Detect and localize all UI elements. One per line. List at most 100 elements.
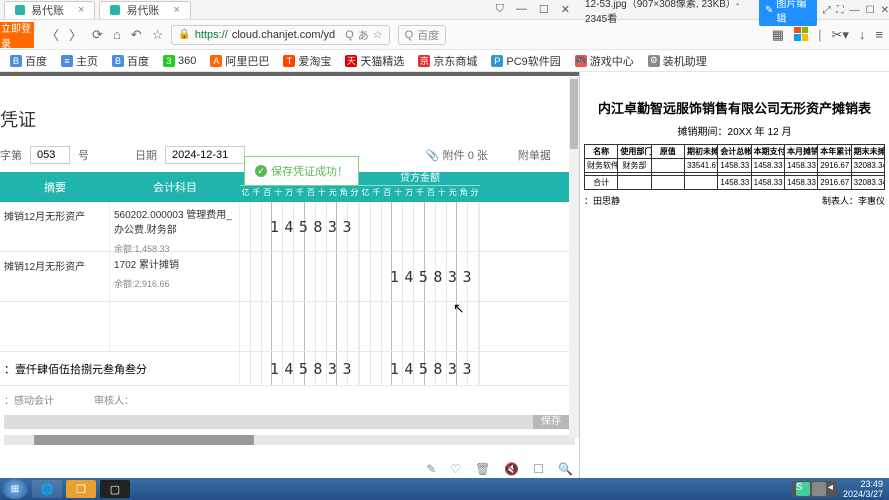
bookmark-item[interactable]: B百度 bbox=[112, 53, 149, 69]
nav-controls: 〈 〉 ⟳ ⌂ ↶ ☆ bbox=[46, 25, 163, 44]
search-icon[interactable]: Q bbox=[345, 29, 354, 41]
bookmark-item[interactable]: ≡主页 bbox=[61, 53, 98, 69]
voucher-date-input[interactable] bbox=[165, 146, 245, 164]
address-bar[interactable]: 🔒 https://cloud.chanjet.com/yd Q あ ☆ bbox=[171, 25, 389, 45]
bookmark-item[interactable]: A阿里巴巴 bbox=[210, 53, 269, 69]
system-tray: S ◂ 23:49 2024/3/27 bbox=[792, 479, 889, 499]
toolbar-extras: ▦ | ✂▾ ↓ ≡ bbox=[772, 27, 883, 43]
doc-count-label: 附单据 bbox=[518, 147, 551, 163]
scroll-thumb[interactable] bbox=[570, 79, 578, 149]
browser-toolbar: 立即登录 〈 〉 ⟳ ⌂ ↶ ☆ 🔒 https://cloud.chanjet… bbox=[0, 20, 889, 50]
reload-icon[interactable]: ⟳ bbox=[92, 27, 103, 43]
horizontal-scrollbar[interactable] bbox=[4, 435, 575, 445]
voucher-number-input[interactable] bbox=[30, 146, 70, 164]
bookmark-item[interactable]: ⚙装机助理 bbox=[648, 53, 707, 69]
search-box[interactable]: Q 百度 bbox=[398, 25, 447, 45]
auditor: 审核人： bbox=[94, 392, 134, 407]
edit-image-button[interactable]: ✎ 图片编辑 bbox=[759, 0, 817, 26]
bookmark-icon[interactable]: ☆ bbox=[373, 28, 383, 41]
voucher-row[interactable]: 摊销12月无形资产1702 累计摊销余额:2,916.66145833 bbox=[0, 252, 579, 302]
maximize-icon[interactable]: ☐ bbox=[866, 5, 875, 16]
windows-taskbar[interactable]: ⊞ 🌐 ❐ ▢ S ◂ 23:49 2024/3/27 bbox=[0, 478, 889, 500]
tray-icon[interactable]: S bbox=[796, 482, 810, 496]
restore-icon[interactable]: ↶ bbox=[131, 27, 142, 43]
qr-icon[interactable]: ▦ bbox=[772, 27, 784, 43]
total-debit-cell: 145833 bbox=[240, 352, 360, 385]
pin-icon[interactable]: ⤢ bbox=[823, 5, 831, 16]
star-icon[interactable]: ☆ bbox=[152, 27, 164, 43]
login-button[interactable]: 立即登录 bbox=[0, 22, 34, 48]
tray-group[interactable]: S ◂ bbox=[792, 481, 837, 497]
col-account: 会计科目 bbox=[110, 172, 240, 202]
lock-icon: 🔒 bbox=[178, 29, 190, 40]
maximize-icon[interactable]: ☐ bbox=[539, 3, 549, 16]
voucher-table-body: 摊销12月无形资产560202.000003 管理费用_办公费.财务部余额:1,… bbox=[0, 202, 579, 352]
wand-icon[interactable]: ✎ bbox=[426, 462, 436, 476]
tray-icon[interactable] bbox=[812, 482, 826, 496]
table-row: 合计1458.331458.331458.332916.6732083.34 bbox=[585, 176, 885, 190]
browser-tab-1[interactable]: 易代账 × bbox=[4, 1, 95, 19]
voucher-total-row: ：壹仟肆佰伍拾捌元叁角叁分 145833 145833 bbox=[0, 352, 579, 386]
amort-table: 名称使用部门原值期初未摊销金额会计总帐金额本期支付本月摊销金额本年累计摊销金额期… bbox=[584, 144, 885, 190]
close-icon[interactable]: × bbox=[173, 4, 179, 16]
tab-label: 易代账 bbox=[126, 2, 159, 18]
tab-label: 易代账 bbox=[31, 2, 64, 18]
download-icon[interactable]: ↓ bbox=[859, 27, 866, 43]
amort-footer: ：田思静 制表人：李惠仪 bbox=[584, 194, 885, 207]
main-split: 凭证 字第 号 日期 📎 附件 0 张 附单据 1 ✓ 保存凭证成功！ 摘要 会… bbox=[0, 72, 889, 478]
close-icon[interactable]: × bbox=[78, 4, 84, 16]
attachment-link[interactable]: 📎 附件 0 张 bbox=[426, 147, 488, 163]
browser-tab-2[interactable]: 易代账 × bbox=[99, 1, 190, 19]
page-title: 凭证 bbox=[0, 76, 579, 146]
minimize-icon[interactable]: — bbox=[850, 5, 860, 16]
page-tool-icons: ✎ ♡ 🗑 🔇 ☐ 🔍 bbox=[426, 462, 573, 476]
voucher-row[interactable]: 摊销12月无形资产560202.000003 管理费用_办公费.财务部余额:1,… bbox=[0, 202, 579, 252]
bookmark-item[interactable]: B百度 bbox=[10, 53, 47, 69]
trash-icon[interactable]: 🗑 bbox=[475, 462, 490, 476]
amort-period: 摊销期间：20XX 年 12 月 bbox=[584, 123, 885, 138]
bookmark-item[interactable]: 🎮游戏中心 bbox=[575, 53, 634, 69]
total-in-words: ：壹仟肆佰伍拾捌元叁角叁分 bbox=[0, 352, 240, 385]
start-button[interactable]: ⊞ bbox=[2, 479, 28, 499]
back-icon[interactable]: 〈 bbox=[46, 25, 59, 44]
amort-title: 内江卓勤智远服饰销售有限公司无形资产摊销表 bbox=[584, 98, 885, 117]
bookmark-item[interactable]: 3360 bbox=[163, 55, 196, 67]
foot-left: ：田思静 bbox=[584, 194, 620, 207]
bookmark-item[interactable]: 京京东商城 bbox=[418, 53, 477, 69]
menu-icon[interactable]: ≡ bbox=[875, 27, 883, 43]
save-bar: 保存 bbox=[4, 415, 575, 429]
bookmark-item[interactable]: 天天猫精选 bbox=[345, 53, 404, 69]
viewer-filename: 12-53.jpg（907×308像素, 23KB）- 2345看 bbox=[585, 0, 753, 25]
taskbar-app-terminal[interactable]: ▢ bbox=[100, 480, 130, 498]
taskbar-clock[interactable]: 23:49 2024/3/27 bbox=[843, 479, 883, 499]
save-button[interactable]: 保存 bbox=[533, 415, 569, 429]
total-credit-cell: 145833 bbox=[360, 352, 480, 385]
forward-icon[interactable]: 〉 bbox=[69, 25, 82, 44]
voucher-app: 凭证 字第 号 日期 📎 附件 0 张 附单据 1 ✓ 保存凭证成功！ 摘要 会… bbox=[0, 72, 580, 478]
zoom-icon[interactable]: 🔍 bbox=[558, 462, 573, 476]
apps-icon[interactable] bbox=[794, 27, 808, 41]
shield-icon[interactable]: ⛉ bbox=[496, 3, 504, 16]
scroll-thumb[interactable] bbox=[34, 435, 254, 445]
save-success-toast: ✓ 保存凭证成功！ bbox=[244, 156, 359, 186]
home-icon[interactable]: ⌂ bbox=[113, 27, 121, 42]
search-icon: Q bbox=[405, 29, 414, 41]
translate-icon[interactable]: あ bbox=[358, 27, 369, 43]
close-icon[interactable]: ✕ bbox=[881, 5, 889, 16]
voucher-row-blank[interactable] bbox=[0, 302, 579, 352]
heart-icon[interactable]: ♡ bbox=[450, 462, 461, 476]
screenshot-icon[interactable]: ✂▾ bbox=[831, 27, 848, 43]
close-icon[interactable]: ✕ bbox=[561, 3, 570, 16]
minimize-icon[interactable]: — bbox=[516, 3, 527, 16]
bookmark-item[interactable]: PPC9软件园 bbox=[491, 53, 560, 69]
chat-icon[interactable]: ☐ bbox=[533, 462, 544, 476]
fullscreen-icon[interactable]: ⛶ bbox=[837, 5, 844, 16]
taskbar-app-browser[interactable]: 🌐 bbox=[32, 480, 62, 498]
date-label: 日期 bbox=[135, 147, 157, 163]
taskbar-app-gallery[interactable]: ❐ bbox=[66, 480, 96, 498]
tab-favicon bbox=[15, 5, 25, 15]
vertical-scrollbar[interactable] bbox=[569, 77, 579, 438]
sound-icon[interactable]: 🔇 bbox=[504, 462, 519, 476]
bookmark-item[interactable]: T爱淘宝 bbox=[283, 53, 331, 69]
table-row: 财务软件财务部33541.671458.331458.331458.332916… bbox=[585, 159, 885, 173]
